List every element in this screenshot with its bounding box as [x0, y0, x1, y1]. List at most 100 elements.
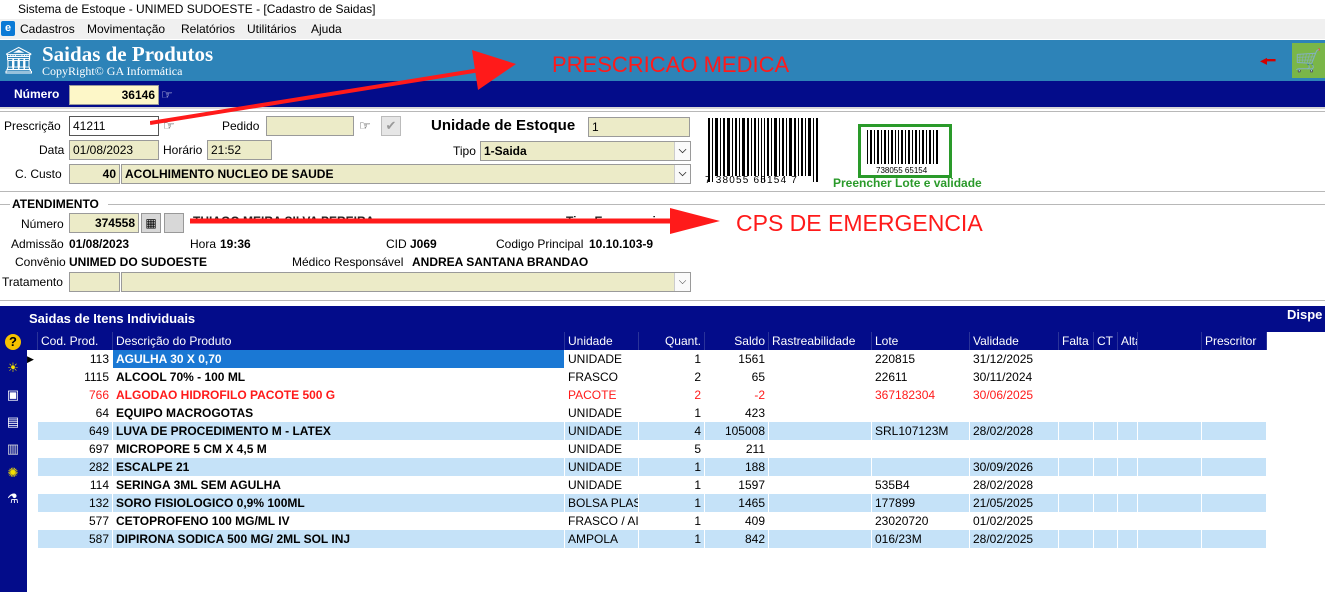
table-row[interactable]: 1115 ALCOOL 70% - 100 ML FRASCO 2 65 22611 30/…	[27, 368, 1267, 386]
table-row[interactable]: 114 SERINGA 3ML SEM AGULHA UNIDADE 1 1597 535…	[27, 476, 1267, 494]
cell-ct[interactable]	[1094, 422, 1118, 440]
cell-validade[interactable]: 01/02/2025	[970, 512, 1059, 530]
atend-numero-input[interactable]: 374558	[69, 213, 139, 233]
cell-rastreabilidade[interactable]	[769, 476, 872, 494]
clipboard-icon[interactable]: ▤	[5, 414, 21, 430]
cell-ct[interactable]	[1094, 404, 1118, 422]
cell-alta[interactable]	[1118, 422, 1138, 440]
cell-ct[interactable]	[1094, 440, 1118, 458]
cell-lote[interactable]: SRL107123M	[872, 422, 970, 440]
cell-quant[interactable]: 1	[639, 530, 705, 548]
cell-unidade[interactable]: AMPOLA	[565, 530, 639, 548]
cell-unidade[interactable]: UNIDADE	[565, 350, 639, 368]
back-arrow-icon[interactable]: ◂━	[1260, 52, 1275, 69]
cell-rastreabilidade[interactable]	[769, 440, 872, 458]
cell-cod[interactable]: 114	[38, 476, 113, 494]
cell-extra[interactable]	[1138, 350, 1202, 368]
prescricao-input[interactable]: 41211	[69, 116, 159, 136]
cell-prescritor[interactable]	[1202, 440, 1267, 458]
tratamento-select[interactable]: ⌵	[121, 272, 691, 292]
cell-validade[interactable]: 30/06/2025	[970, 386, 1059, 404]
cell-unidade[interactable]: UNIDADE	[565, 458, 639, 476]
col-prescritor[interactable]: Prescritor	[1202, 332, 1267, 350]
cell-ct[interactable]	[1094, 350, 1118, 368]
cell-alta[interactable]	[1118, 368, 1138, 386]
cell-rastreabilidade[interactable]	[769, 386, 872, 404]
menu-cadastros[interactable]: Cadastros	[20, 19, 75, 39]
cell-saldo[interactable]: 105008	[705, 422, 769, 440]
cell-quant[interactable]: 1	[639, 512, 705, 530]
table-row[interactable]: 649 LUVA DE PROCEDIMENTO M - LATEX UNIDADE…	[27, 422, 1267, 440]
cell-saldo[interactable]: 423	[705, 404, 769, 422]
col-lote[interactable]: Lote	[872, 332, 970, 350]
cell-descricao[interactable]: AGULHA 30 X 0,70	[113, 350, 565, 368]
flask-icon[interactable]: ⚗	[5, 491, 21, 507]
cell-saldo[interactable]: 188	[705, 458, 769, 476]
custo-code-input[interactable]: 40	[69, 164, 120, 184]
menu-relatorios[interactable]: Relatórios	[181, 19, 235, 39]
cell-lote[interactable]: 535B4	[872, 476, 970, 494]
cell-extra[interactable]	[1138, 386, 1202, 404]
cell-extra[interactable]	[1138, 476, 1202, 494]
cell-quant[interactable]: 1	[639, 494, 705, 512]
col-falta[interactable]: Falta	[1059, 332, 1094, 350]
cell-unidade[interactable]: FRASCO / AI	[565, 512, 639, 530]
cell-alta[interactable]	[1118, 440, 1138, 458]
cell-saldo[interactable]: -2	[705, 386, 769, 404]
cell-falta[interactable]	[1059, 458, 1094, 476]
cell-rastreabilidade[interactable]	[769, 494, 872, 512]
cell-unidade[interactable]: UNIDADE	[565, 476, 639, 494]
cell-falta[interactable]	[1059, 350, 1094, 368]
cell-saldo[interactable]: 842	[705, 530, 769, 548]
cell-rastreabilidade[interactable]	[769, 422, 872, 440]
cell-extra[interactable]	[1138, 422, 1202, 440]
tratamento-code-input[interactable]	[69, 272, 120, 292]
cell-lote[interactable]: 016/23M	[872, 530, 970, 548]
cell-cod[interactable]: 282	[38, 458, 113, 476]
col-validade[interactable]: Validade	[970, 332, 1059, 350]
cell-validade[interactable]	[970, 440, 1059, 458]
cell-extra[interactable]	[1138, 494, 1202, 512]
cell-unidade[interactable]: BOLSA PLAS	[565, 494, 639, 512]
col-alta[interactable]: Alta	[1118, 332, 1138, 350]
table-row[interactable]: 697 MICROPORE 5 CM X 4,5 M UNIDADE 5 211	[27, 440, 1267, 458]
help-icon[interactable]: ?	[5, 334, 21, 350]
table-row[interactable]: 132 SORO FISIOLOGICO 0,9% 100ML BOLSA PLAS…	[27, 494, 1267, 512]
cell-rastreabilidade[interactable]	[769, 458, 872, 476]
cell-descricao[interactable]: CETOPROFENO 100 MG/ML IV	[113, 512, 565, 530]
cell-quant[interactable]: 2	[639, 368, 705, 386]
cell-rastreabilidade[interactable]	[769, 512, 872, 530]
cell-alta[interactable]	[1118, 494, 1138, 512]
cell-alta[interactable]	[1118, 350, 1138, 368]
gear-icon[interactable]: ✺	[5, 465, 21, 481]
table-row[interactable]: 587 DIPIRONA SODICA 500 MG/ 2ML SOL INJ AM…	[27, 530, 1267, 548]
col-saldo[interactable]: Saldo	[705, 332, 769, 350]
cell-validade[interactable]: 28/02/2028	[970, 476, 1059, 494]
cell-cod[interactable]: 113	[38, 350, 113, 368]
cell-cod[interactable]: 132	[38, 494, 113, 512]
cell-validade[interactable]: 30/11/2024	[970, 368, 1059, 386]
cell-falta[interactable]	[1059, 440, 1094, 458]
table-row[interactable]: 766 ALGODAO HIDROFILO PACOTE 500 G PACOTE 2…	[27, 386, 1267, 404]
cell-saldo[interactable]: 1561	[705, 350, 769, 368]
cell-alta[interactable]	[1118, 530, 1138, 548]
cell-extra[interactable]	[1138, 458, 1202, 476]
data-input[interactable]: 01/08/2023	[69, 140, 159, 160]
sun-icon[interactable]: ☀	[5, 360, 21, 376]
cell-unidade[interactable]: PACOTE	[565, 386, 639, 404]
cell-prescritor[interactable]	[1202, 404, 1267, 422]
cell-unidade[interactable]: UNIDADE	[565, 440, 639, 458]
save-icon[interactable]: ▣	[5, 387, 21, 403]
cell-descricao[interactable]: ALCOOL 70% - 100 ML	[113, 368, 565, 386]
cell-ct[interactable]	[1094, 386, 1118, 404]
cell-quant[interactable]: 1	[639, 404, 705, 422]
cell-cod[interactable]: 64	[38, 404, 113, 422]
cell-alta[interactable]	[1118, 512, 1138, 530]
cell-falta[interactable]	[1059, 512, 1094, 530]
cell-descricao[interactable]: ALGODAO HIDROFILO PACOTE 500 G	[113, 386, 565, 404]
cell-prescritor[interactable]	[1202, 512, 1267, 530]
cell-quant[interactable]: 2	[639, 386, 705, 404]
cell-saldo[interactable]: 409	[705, 512, 769, 530]
cell-prescritor[interactable]	[1202, 476, 1267, 494]
cell-extra[interactable]	[1138, 440, 1202, 458]
